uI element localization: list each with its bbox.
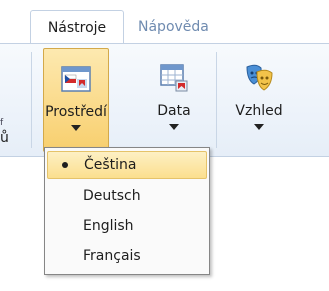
chevron-down-icon [71,125,81,131]
chevron-down-icon [254,124,264,130]
ribbon-separator [216,52,217,148]
menu-item-deutsch[interactable]: Deutsch [47,182,207,210]
tab-napoveda[interactable]: Nápověda [138,12,209,42]
menu-item-english[interactable]: English [47,212,207,240]
partial-ribbon-label: ů [0,130,9,146]
data-grid-icon [154,58,194,98]
selected-bullet-icon [62,162,68,168]
menu-item-label: Deutsch [83,188,141,204]
data-label: Data [157,103,191,119]
partial-ribbon-letter: f [0,118,4,128]
prostredi-dropdown-button[interactable]: Prostředí [43,48,109,152]
theater-masks-icon [239,58,279,98]
menu-item-francais[interactable]: Français [47,242,207,270]
menu-item-label: Français [83,248,141,264]
menu-item-label: English [83,218,134,234]
vzhled-dropdown-button[interactable]: Vzhled [226,48,292,152]
tab-nastroje[interactable]: Nástroje [30,10,124,44]
chevron-down-icon [169,124,179,130]
vzhled-label: Vzhled [235,103,283,119]
ribbon-separator [31,52,32,148]
menu-item-cestina[interactable]: Čeština [47,151,207,179]
ribbon-panel: f ů Prostředí Data Vzhled [0,43,329,157]
menu-item-label: Čeština [84,157,137,173]
prostredi-label: Prostředí [45,104,107,120]
ribbon-tabstrip: Nástroje Nápověda [0,0,329,44]
data-dropdown-button[interactable]: Data [146,48,202,152]
environment-window-flag-icon [56,59,96,99]
language-dropdown-menu: Čeština Deutsch English Français [44,147,210,275]
